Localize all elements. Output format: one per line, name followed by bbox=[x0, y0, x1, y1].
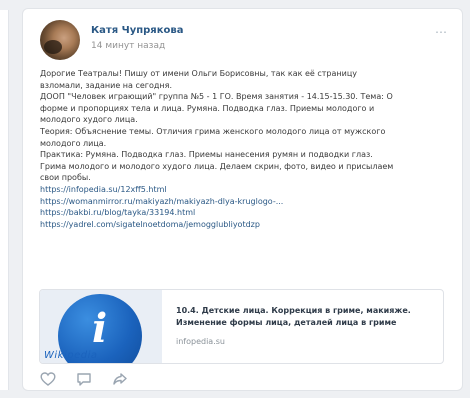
post-body: Дорогие Театралы! Пишу от имени Ольги Бо… bbox=[40, 68, 445, 230]
post-link[interactable]: https://womanmirror.ru/makiyazh/makiyazh… bbox=[40, 196, 445, 208]
post-text-line: молодого худого лица. bbox=[40, 115, 138, 125]
thumbnail-wordmark: Wikipedia bbox=[44, 350, 98, 361]
post-text-line: Практика: Румяна. Подводка глаз. Приемы … bbox=[40, 150, 373, 160]
post-text-line: свои пробы. bbox=[40, 173, 91, 183]
post-link[interactable]: https://yadrel.com/sigatelnoetdoma/jemog… bbox=[40, 219, 445, 231]
link-preview-title[interactable]: 10.4. Детские лица. Коррекция в гриме, м… bbox=[176, 305, 436, 328]
post-text-line: Теория: Объяснение темы. Отличия грима ж… bbox=[40, 126, 386, 136]
comment-icon[interactable] bbox=[76, 371, 92, 387]
avatar[interactable] bbox=[40, 20, 80, 60]
post-text-line: форме и пропорциях тела и лица. Румяна. … bbox=[40, 103, 375, 113]
post-link[interactable]: https://bakbi.ru/blog/tayka/33194.html bbox=[40, 207, 445, 219]
post-text-line: ДООП "Человек играющий" группа №5 - 1 ГО… bbox=[40, 92, 393, 102]
post-text-line: взломали, задание на сегодня. bbox=[40, 80, 173, 90]
post-text-line: Дорогие Театралы! Пишу от имени Ольги Бо… bbox=[40, 69, 358, 78]
heart-icon[interactable] bbox=[40, 371, 56, 387]
left-panel-edge bbox=[0, 10, 9, 390]
share-icon[interactable] bbox=[112, 371, 128, 387]
page: Катя Чупрякова 14 минут назад ⋯ Дорогие … bbox=[0, 0, 470, 398]
post-text-line: молодого лица. bbox=[40, 138, 107, 148]
post-text-line: Грима молодого и молодого худого лица. Д… bbox=[40, 161, 394, 171]
post-card: Катя Чупрякова 14 минут назад ⋯ Дорогие … bbox=[22, 8, 463, 391]
link-preview-card[interactable]: i Wikipedia 10.4. Детские лица. Коррекци… bbox=[39, 289, 444, 364]
more-dots-icon[interactable]: ⋯ bbox=[435, 25, 448, 39]
post-link[interactable]: https://infopedia.su/12xff5.html bbox=[40, 184, 445, 196]
info-letter-icon: i bbox=[92, 305, 108, 352]
link-preview-thumbnail: i Wikipedia bbox=[40, 290, 162, 363]
post-time[interactable]: 14 минут назад bbox=[91, 41, 165, 51]
link-preview-domain: infopedia.su bbox=[176, 337, 225, 346]
author-name[interactable]: Катя Чупрякова bbox=[91, 25, 183, 36]
